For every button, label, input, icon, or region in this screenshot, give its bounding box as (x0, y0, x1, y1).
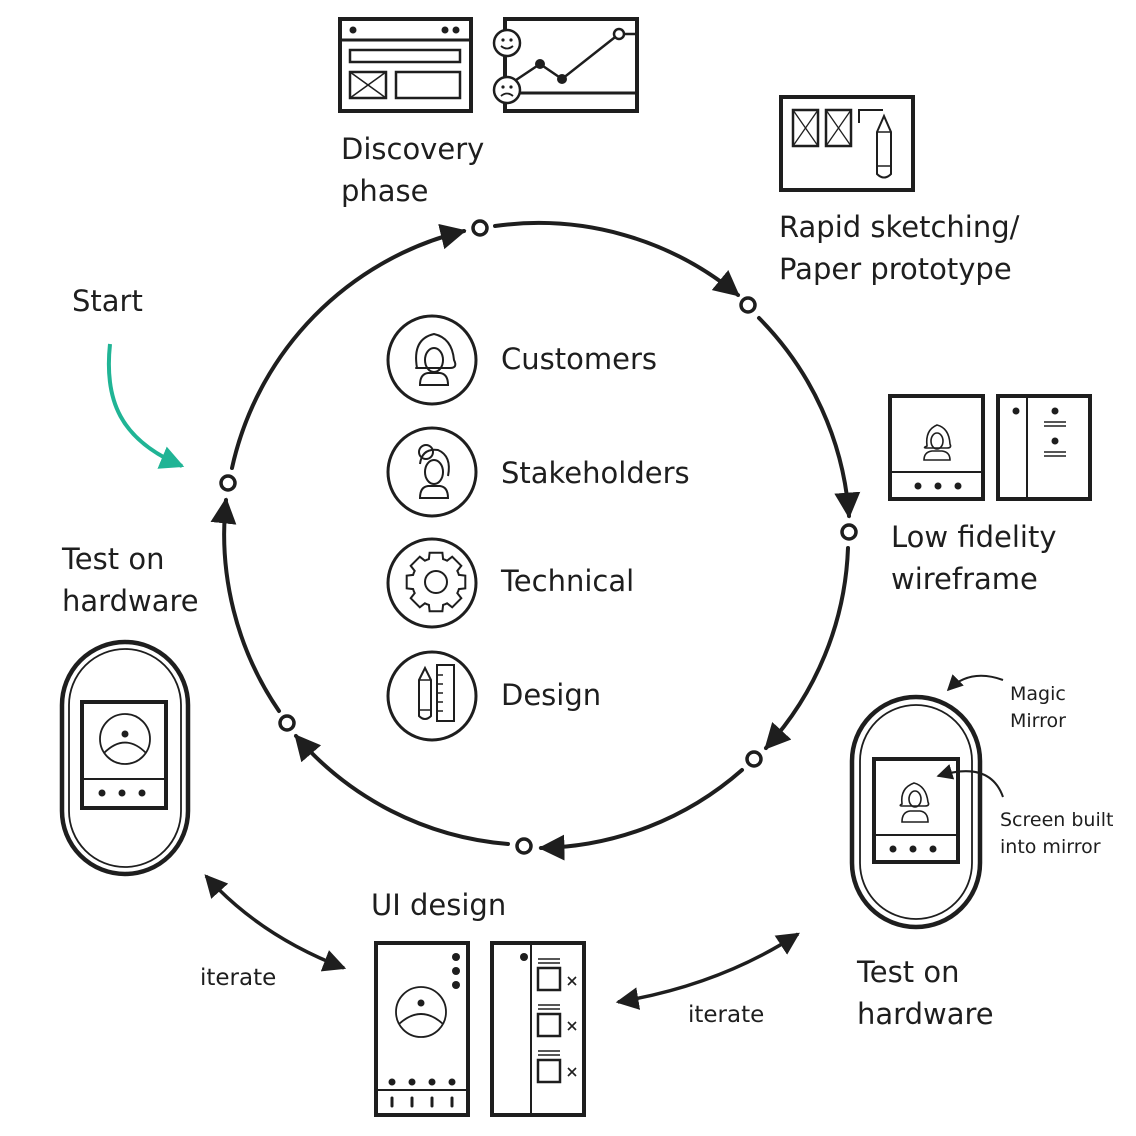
iterate-label-left: iterate (200, 965, 277, 991)
cycle-node-ui-design[interactable] (515, 837, 533, 855)
center-category-icons (386, 314, 478, 742)
cycle-arrow-left-to-start (210, 497, 281, 713)
gear-icon (386, 537, 478, 629)
ui-design-screens-icon (374, 941, 586, 1117)
paper-sketch-with-pencil-icon (779, 95, 915, 192)
magic-mirror-annotation: Magic Mirror (1010, 681, 1066, 734)
stage-label-line: Test on (857, 955, 960, 989)
screen-pointer-arrow (936, 764, 1004, 798)
person-icon (899, 782, 930, 823)
cycle-node-sketching[interactable] (739, 296, 757, 314)
stage-label-line: UI design (371, 888, 507, 922)
category-label-stakeholders: Stakeholders (501, 456, 690, 490)
iterate-arrow-left[interactable] (204, 874, 347, 972)
cycle-node-lowfi[interactable] (840, 523, 858, 541)
stage-label-line: Paper prototype (779, 252, 1012, 287)
cycle-arrow-lowfi-to-test (764, 546, 850, 750)
happy-face-icon (492, 28, 522, 58)
stage-label-line: Low fidelity (891, 520, 1057, 554)
cycle-node-start[interactable] (219, 474, 237, 492)
magic-mirror-device-icon (849, 694, 983, 930)
start-label: Start (72, 284, 143, 318)
stage-label-test-left: Test on hardware (62, 538, 199, 622)
category-label-customers: Customers (501, 342, 657, 376)
start-arrow (106, 343, 185, 469)
annotation-line: Mirror (1010, 709, 1066, 732)
stage-label-test-right: Test on hardware (857, 951, 994, 1035)
annotation-line: into mirror (1000, 835, 1101, 858)
stage-label-line: phase (341, 174, 429, 209)
stage-label-line: hardware (62, 584, 199, 619)
cycle-arrow-ui-to-left (294, 734, 510, 846)
satisfaction-chart-icon (492, 17, 639, 113)
browser-wireframe-icon (338, 17, 473, 113)
person-icon (923, 424, 952, 461)
stage-label-line: Test on (62, 542, 165, 576)
stage-label-line: Rapid sketching/ (779, 210, 1020, 244)
cycle-node-test-left[interactable] (278, 714, 296, 732)
stakeholder-person-icon (386, 426, 478, 518)
magic-mirror-pointer-arrow (946, 674, 1004, 692)
stage-label-ui-design: UI design (371, 884, 506, 926)
iterate-arrow-right[interactable] (615, 932, 800, 1010)
annotation-line: Magic (1010, 683, 1066, 705)
stage-label-line: hardware (857, 997, 994, 1032)
customer-person-icon (386, 314, 478, 406)
cycle-arrow-sketching-to-lowfi (757, 316, 861, 519)
sad-face-icon (492, 75, 522, 105)
stage-label-discovery: Discovery phase (341, 128, 484, 212)
pencil-and-ruler-icon (386, 650, 478, 742)
iterate-label-right: iterate (688, 1002, 765, 1028)
annotation-line: Screen built (1000, 809, 1114, 831)
mirror-device-sad-face-icon (59, 639, 191, 877)
stage-label-line: wireframe (891, 562, 1038, 597)
cycle-arrow-discovery-to-sketching (493, 220, 741, 297)
cycle-node-test-right[interactable] (745, 750, 763, 768)
category-label-technical: Technical (501, 564, 635, 598)
cycle-node-discovery[interactable] (471, 219, 489, 237)
low-fidelity-wireframe-screens-icon (888, 394, 1092, 501)
stage-label-line: Discovery (341, 132, 485, 166)
stage-label-sketching: Rapid sketching/ Paper prototype (779, 206, 1019, 290)
category-label-design: Design (501, 678, 602, 712)
screen-built-annotation: Screen built into mirror (1000, 807, 1113, 860)
cycle-arrow-test-to-ui (538, 768, 744, 861)
stage-label-lowfi: Low fidelity wireframe (891, 516, 1057, 600)
